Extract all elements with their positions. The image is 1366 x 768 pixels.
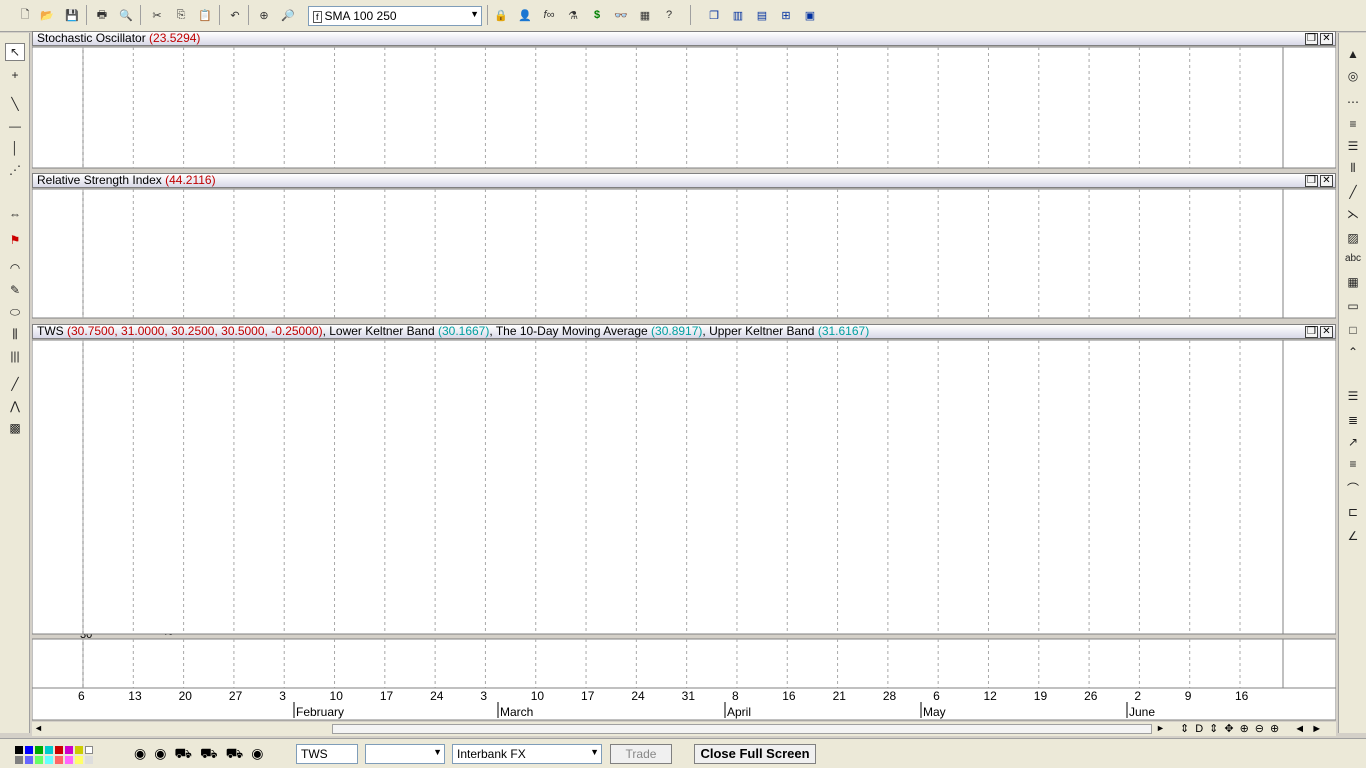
drawing-toolbar: ↖ + ╲ — │ ⋰ ⇔ ⚑ ◠ ✎ ⬭ ⫼ ||| ╱ ⋀ ▩ [0,33,30,733]
date-label: 17 [380,689,394,703]
date-label: 31 [682,689,696,703]
gann-icon[interactable]: ⋯ [1343,93,1363,111]
crosshair-tool-icon[interactable]: + [5,66,25,84]
date-label: 3 [480,689,487,703]
panel-background [32,46,1336,169]
date-label: 6 [78,689,85,703]
fib-retrace-icon[interactable]: ≡ [1343,455,1363,473]
scroll-left-icon[interactable]: ◄ [34,723,43,733]
date-label: 13 [128,689,142,703]
date-label: 9 [1185,689,1192,703]
symbol-field[interactable]: TWS [296,744,358,764]
cycle-icon[interactable]: ⦀ [1343,159,1363,177]
date-label: 27 [229,689,243,703]
ellipse-icon[interactable]: ⬭ [5,303,25,321]
arc-icon[interactable]: ◠ [5,259,25,277]
vertical-line-icon[interactable]: │ [5,139,25,157]
speed-line-icon[interactable]: ╱ [1343,183,1363,201]
hatch-icon[interactable]: ▨ [1343,229,1363,247]
date-label: 17 [581,689,595,703]
pattern-icon[interactable]: ▩ [5,419,25,437]
browser-icons[interactable]: ◉◉⛟⛟⛟◉ [134,745,271,764]
date-label: 24 [430,689,444,703]
right-toolbar: ▲ ◎ ⋯ ≡ ☰ ⦀ ╱ ⋋ ▨ abc ▦ ▭ □ ⌃ ☰ ≣ ↗ ≡ ⌒ … [1338,33,1366,733]
panel-background [32,339,1336,635]
text-tool-icon[interactable]: abc [1343,249,1363,267]
wave-icon[interactable]: ◎ [1343,67,1363,85]
date-label: 6 [933,689,940,703]
horizontal-scrollbar[interactable]: ◄ ► ⇕D⇕✥⊕⊖⊕ ◄► [32,722,1336,736]
date-label: 2 [1134,689,1141,703]
date-label: 3 [279,689,286,703]
bracket-icon[interactable]: ⊏ [1343,503,1363,521]
trendline-icon[interactable]: ╲ [5,95,25,113]
fib-lines-icon[interactable]: ☰ [1343,137,1363,155]
pointer-icon[interactable]: ↖ [5,43,25,61]
bars-icon[interactable]: ||| [5,347,25,365]
ruler-icon[interactable]: ≣ [1343,411,1363,429]
date-label: 28 [883,689,897,703]
channel-icon[interactable]: ⇔ [5,205,25,223]
date-label: 12 [983,689,997,703]
square-icon[interactable]: □ [1343,321,1363,339]
zoom-controls[interactable]: ⇕D⇕✥⊕⊖⊕ ◄► [1180,722,1328,735]
arrow-tool-icon[interactable]: ↗ [1343,433,1363,451]
panel-background [32,188,1336,319]
fan-icon[interactable]: ⋀ [5,397,25,415]
fibonacci-icon[interactable]: ⋰ [5,161,25,179]
scroll-thumb[interactable] [332,724,1152,734]
scroll-right-icon[interactable]: ► [1156,723,1165,733]
date-label: 26 [1084,689,1098,703]
month-label: February [296,705,344,719]
date-label: 24 [631,689,645,703]
horizontal-line-icon[interactable]: — [5,117,25,135]
calculator-icon[interactable]: ▦ [1343,273,1363,291]
up-arrow-icon[interactable]: ⌃ [1343,343,1363,361]
list-icon[interactable]: ☰ [1343,387,1363,405]
exchange-combo[interactable]: ▼ [365,744,445,764]
month-label: June [1129,705,1155,719]
status-bar: ◉◉⛟⛟⛟◉ TWS ▼ Interbank FX ▼ Trade Close F… [0,738,1366,768]
curve-icon[interactable]: ⌒ [1343,479,1363,497]
color-palette[interactable] [14,745,98,764]
scroll-up-icon[interactable]: ▲ [1343,45,1363,63]
chart-area[interactable]: 5050 808070706060505040403030 3535343433… [32,0,1336,722]
close-full-screen-button[interactable]: Close Full Screen [694,744,816,764]
flag-icon[interactable]: ⚑ [5,231,25,249]
date-label: 10 [531,689,545,703]
date-label: 19 [1034,689,1048,703]
date-label: 8 [732,689,739,703]
month-label: March [500,705,533,719]
date-label: 20 [179,689,193,703]
month-label: April [727,705,751,719]
date-label: 16 [782,689,796,703]
panel-background [32,638,1336,689]
andrews-icon[interactable]: ⋋ [1343,205,1363,223]
broker-combo[interactable]: Interbank FX ▼ [452,744,602,764]
ray-icon[interactable]: ╱ [5,375,25,393]
chevron-down-icon: ▼ [433,747,442,757]
angle-icon[interactable]: ∠ [1343,527,1363,545]
month-label: May [923,705,946,719]
date-label: 16 [1235,689,1249,703]
rect-icon[interactable]: ▭ [1343,297,1363,315]
trade-button[interactable]: Trade [610,744,672,764]
date-label: 10 [330,689,344,703]
fib-fan-icon[interactable]: ≡ [1343,115,1363,133]
regression-icon[interactable]: ⫼ [5,325,25,343]
pen-icon[interactable]: ✎ [5,281,25,299]
chevron-down-icon: ▼ [590,747,599,757]
date-label: 21 [833,689,847,703]
